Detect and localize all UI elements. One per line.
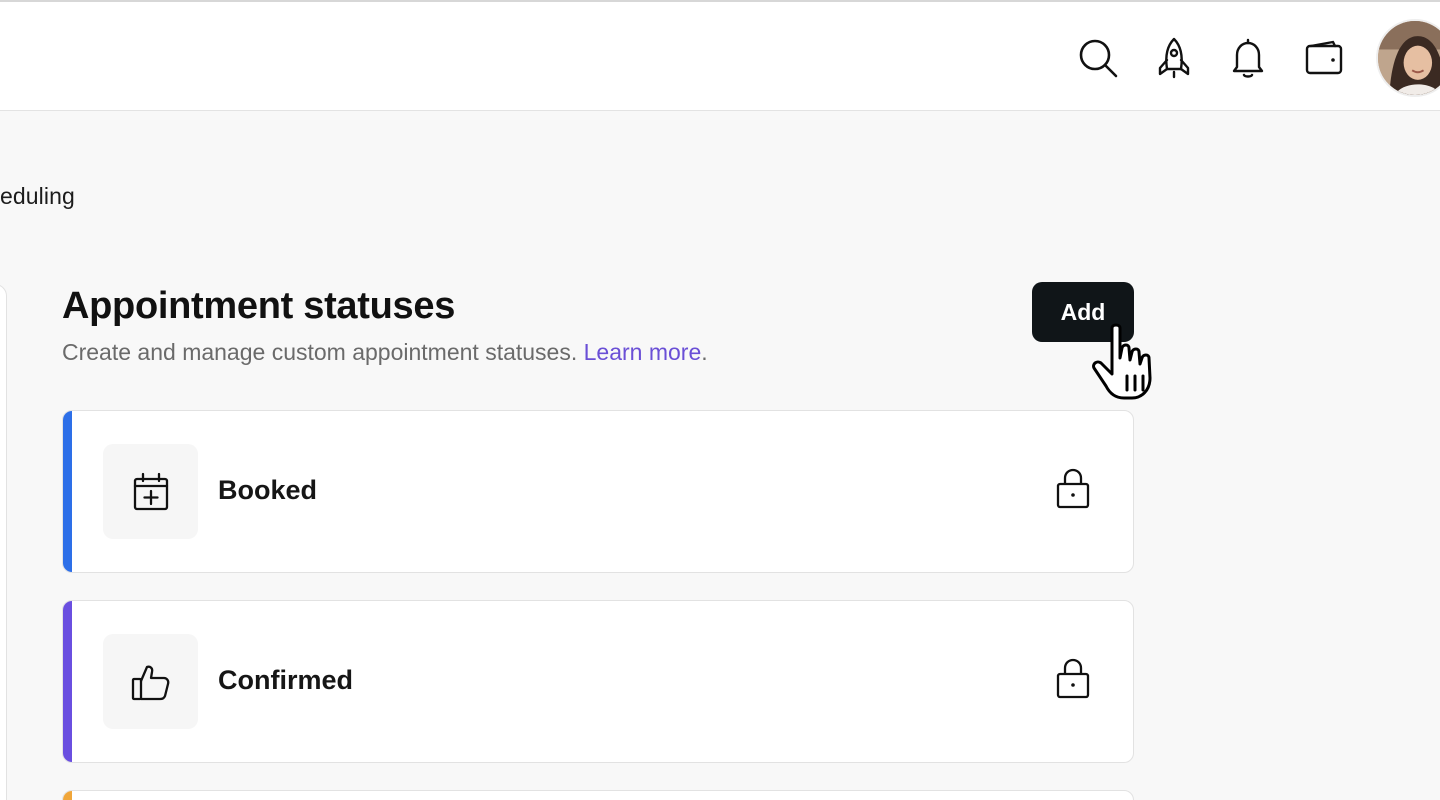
bell-icon[interactable] (1226, 36, 1270, 80)
status-name: Booked (218, 475, 318, 505)
lock-icon (1056, 468, 1090, 509)
status-card-partial[interactable] (62, 790, 1134, 800)
section-description: Create and manage custom appointment sta… (62, 339, 708, 366)
add-status-button[interactable]: Add (1032, 282, 1134, 342)
page-title: Appointment statuses (62, 285, 456, 327)
status-name: Confirmed (218, 665, 353, 695)
description-period: . (701, 339, 708, 365)
breadcrumb[interactable]: eduling (0, 183, 75, 210)
status-card-confirmed[interactable]: Confirmed (62, 600, 1134, 763)
rocket-icon[interactable] (1152, 36, 1196, 80)
search-icon[interactable] (1076, 36, 1120, 80)
avatar[interactable] (1376, 19, 1440, 97)
settings-sidebar-panel (0, 284, 7, 800)
status-color-stripe (63, 411, 72, 572)
description-text: Create and manage custom appointment sta… (62, 339, 584, 365)
wallet-icon[interactable] (1302, 36, 1346, 80)
learn-more-link[interactable]: Learn more (584, 339, 702, 365)
lock-icon (1056, 658, 1090, 699)
calendar-plus-icon (103, 444, 198, 539)
thumbs-up-icon (103, 634, 198, 729)
status-color-stripe (63, 791, 72, 800)
status-card-booked[interactable]: Booked (62, 410, 1134, 573)
top-bar (0, 0, 1440, 111)
status-color-stripe (63, 601, 72, 762)
